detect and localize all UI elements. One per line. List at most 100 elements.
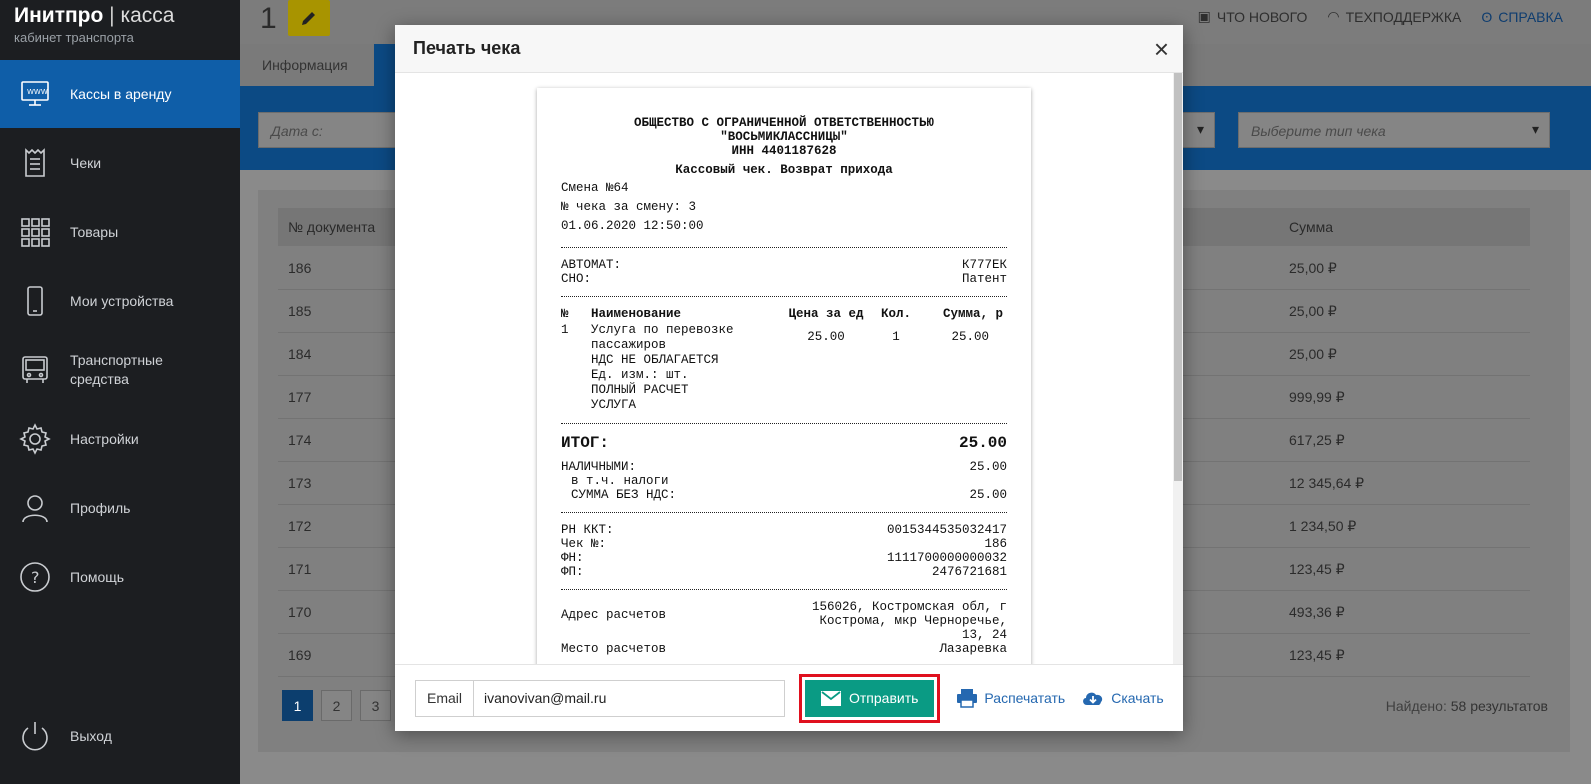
receipt-rn: РН ККТ: 0015344535032417 [561,523,1007,537]
rn-value: 0015344535032417 [886,523,1007,537]
cell-doc: 172 [288,518,312,534]
receipt-fp: ФП: 2476721681 [561,565,1007,579]
sidebar-item-profile[interactable]: Профиль [0,474,240,542]
total-label: ИТОГ: [561,434,610,452]
www-monitor-icon: WWW [18,77,52,111]
item-name-line: НДС НЕ ОБЛАГАЕТСЯ [591,353,719,367]
cell-sum: 25,00 ₽ [1289,303,1337,319]
no-vat-label: СУММА БЕЗ НДС: [571,488,677,502]
sidebar-item-label: Транспортные средства [70,352,163,387]
phone-icon [18,284,52,318]
sidebar-item-settings[interactable]: Настройки [0,405,240,473]
print-button[interactable]: Распечатать [956,688,1065,708]
sno-label: СНО: [561,272,592,286]
brand-subtitle: кабинет транспорта [14,30,134,45]
fn-value: 1111700000000032 [886,551,1007,565]
user-icon [18,491,52,525]
item-price: 25.00 [807,330,845,344]
receipt-icon [18,146,52,180]
scroll-thumb[interactable] [1174,73,1182,481]
cell-doc: 174 [288,432,312,448]
receipt-shift: Смена №64 [561,181,629,195]
receipt-check-in-shift: № чека за смену: 3 [561,200,697,214]
brand-name: Инитпро | касса [14,4,226,28]
modal-title: Печать чека [413,38,521,58]
brand-product: касса [120,4,175,27]
bus-icon [18,353,52,387]
app-root: Инитпро | касса кабинет транспорта WWW К… [0,0,1591,784]
help-icon: ? [18,560,52,594]
pagination: 1 2 3 [282,690,391,721]
fp-label: ФП: [561,565,584,579]
sidebar-item-goods[interactable]: Товары [0,198,240,266]
whats-new-label: ЧТО НОВОГО [1216,8,1308,25]
receipt-item-row: 1 Услуга по перевозке пассажиров НДС НЕ … [561,323,1007,413]
send-label: Отправить [849,690,919,706]
help-link[interactable]: ʘ СПРАВКА [1481,8,1563,25]
column-sum: Сумма [1289,219,1333,235]
modal-body: ОБЩЕСТВО С ОГРАНИЧЕННОЙ ОТВЕТСТВЕННОСТЬЮ… [395,73,1183,664]
receipt-inn: ИНН 4401187628 [731,144,837,158]
cell-doc: 170 [288,604,312,620]
sidebar-item-help[interactable]: ? Помощь [0,543,240,611]
tab-info[interactable]: Информация [240,44,370,86]
receipt-org-line1: ОБЩЕСТВО С ОГРАНИЧЕННОЙ ОТВЕТСТВЕННОСТЬЮ [633,116,935,130]
help-label: СПРАВКА [1498,8,1563,25]
cell-sum: 25,00 ₽ [1289,260,1337,276]
close-icon[interactable]: × [1154,36,1169,62]
page-3-button[interactable]: 3 [360,690,391,721]
brand-separator: | [109,4,115,27]
sidebar-item-rent-kassa[interactable]: WWW Кассы в аренду [0,60,240,128]
edit-button[interactable] [288,0,330,36]
printer-icon [957,689,978,708]
support-label: ТЕХПОДДЕРЖКА [1345,8,1462,25]
grid-icon [18,215,52,249]
date-from-input[interactable]: Дата с: [258,112,408,148]
sidebar-item-checks[interactable]: Чеки [0,129,240,197]
headset-icon: ◠ [1327,8,1340,24]
modal-scrollbar[interactable] [1173,73,1183,664]
cell-doc: 177 [288,389,312,405]
address-value: 156026, Костромская обл, г Кострома, мкр… [812,600,1007,642]
news-icon: ▣ [1197,8,1211,24]
receipt-fn: ФН: 1111700000000032 [561,551,1007,565]
page-1-button[interactable]: 1 [282,690,313,721]
check-type-placeholder: Выберите тип чека [1251,123,1386,139]
found-label: Найдено: [1385,698,1447,714]
item-name: Услуга по перевозке пассажиров НДС НЕ ОБ… [591,323,781,413]
pencil-icon [302,12,315,25]
cell-sum: 12 345,64 ₽ [1289,475,1365,491]
send-button[interactable]: Отправить [805,679,935,717]
results-count: Найдено: 58 результатов [1386,698,1548,714]
sidebar-item-vehicles[interactable]: Транспортные средства [0,336,240,404]
cell-sum: 25,00 ₽ [1289,346,1337,362]
download-button[interactable]: Скачать [1081,689,1164,707]
page-2-button[interactable]: 2 [321,690,352,721]
sidebar: Инитпро | касса кабинет транспорта WWW К… [0,0,240,784]
address-line: 13, 24 [961,628,1007,642]
cell-doc: 169 [288,647,312,663]
svg-text:?: ? [31,568,40,587]
sidebar-item-devices[interactable]: Мои устройства [0,267,240,335]
email-input[interactable] [474,680,784,716]
brand-title: Инитпро [14,4,104,27]
check-no-value: 186 [984,537,1007,551]
receipt-divider [561,247,1007,248]
receipt-divider [561,423,1007,424]
items-col-num: № [561,307,569,321]
taxes-label: в т.ч. налоги [571,474,669,488]
sidebar-item-logout[interactable]: Выход [0,702,240,770]
cloud-download-icon [1083,692,1103,705]
item-name-line: ПОЛНЫЙ РАСЧЕТ [591,383,689,397]
power-icon [18,719,52,753]
cell-sum: 617,25 ₽ [1289,432,1345,448]
chevron-down-icon: ▾ [1531,121,1539,137]
support-link[interactable]: ◠ ТЕХПОДДЕРЖКА [1327,8,1461,25]
address-line: 156026, Костромская обл, г [811,600,1007,614]
cell-sum: 1 234,50 ₽ [1289,518,1357,534]
check-type-select[interactable]: Выберите тип чека ▾ [1238,112,1550,148]
items-col-price: Цена за ед [788,307,864,321]
whats-new-link[interactable]: ▣ ЧТО НОВОГО [1198,8,1308,25]
receipt-no-vat: СУММА БЕЗ НДС: 25.00 [561,488,1007,502]
brand: Инитпро | касса кабинет транспорта [0,0,240,60]
